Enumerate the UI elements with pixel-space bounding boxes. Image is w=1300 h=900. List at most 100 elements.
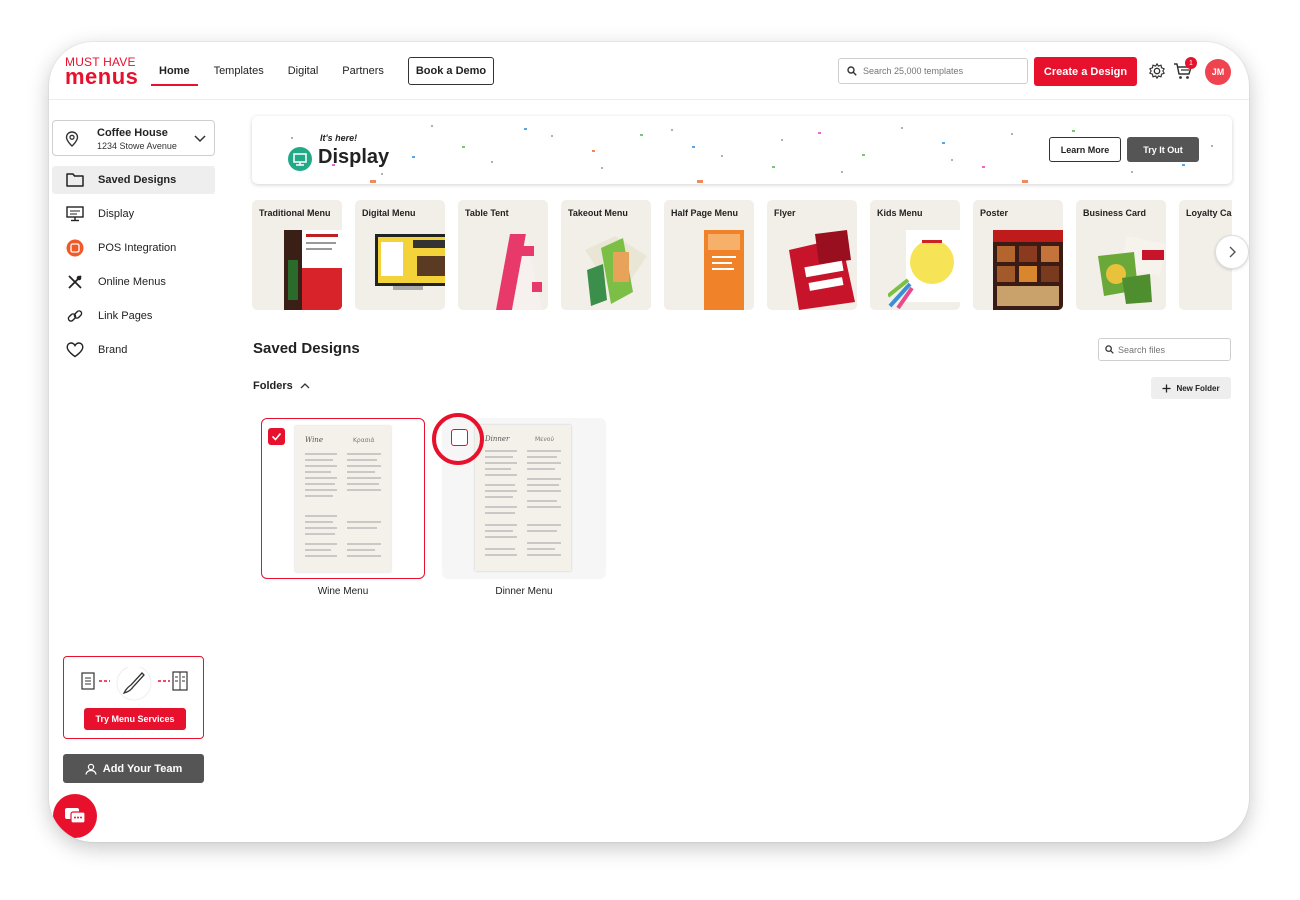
svg-text:Wine: Wine bbox=[305, 436, 323, 444]
create-design-button[interactable]: Create a Design bbox=[1034, 57, 1137, 86]
avatar[interactable]: JM bbox=[1205, 59, 1231, 85]
location-pin-icon bbox=[65, 131, 79, 147]
logo[interactable]: MUST HAVE menus bbox=[65, 56, 145, 89]
svg-text:Κρασιά: Κρασιά bbox=[353, 437, 375, 444]
kids-menu-thumbnail bbox=[888, 230, 960, 310]
logo-bottom-text: menus bbox=[65, 64, 139, 89]
highlight-circle bbox=[432, 413, 484, 465]
location-address: 1234 Stowe Avenue bbox=[97, 141, 177, 151]
sidebar-item-link-pages[interactable]: Link Pages bbox=[52, 302, 215, 330]
plus-icon bbox=[1162, 384, 1171, 392]
check-icon bbox=[271, 432, 282, 441]
design-card-wine-menu[interactable]: Wine Κρασιά bbox=[261, 418, 425, 579]
add-team-button[interactable]: Add Your Team bbox=[63, 754, 204, 783]
file-search[interactable] bbox=[1098, 338, 1231, 361]
link-icon bbox=[66, 307, 84, 325]
sidebar-item-display[interactable]: Display bbox=[52, 200, 215, 228]
menu-services-card: Try Menu Services bbox=[63, 656, 204, 739]
nav-partners[interactable]: Partners bbox=[342, 42, 384, 100]
monitor-icon bbox=[66, 205, 84, 223]
svg-text:Μενού: Μενού bbox=[535, 436, 554, 443]
nav-digital[interactable]: Digital bbox=[288, 42, 319, 100]
chevron-right-icon bbox=[1229, 246, 1236, 258]
svg-text:Dinner: Dinner bbox=[484, 435, 510, 443]
pos-icon bbox=[66, 239, 84, 257]
template-card-digital-menu[interactable]: Digital Menu bbox=[355, 200, 445, 310]
takeout-menu-thumbnail bbox=[585, 236, 647, 306]
flyer-thumbnail bbox=[789, 230, 855, 310]
poster-thumbnail bbox=[993, 230, 1063, 310]
design-select-checkbox[interactable] bbox=[268, 428, 285, 445]
template-label: Takeout Menu bbox=[568, 208, 628, 218]
chevron-up-icon bbox=[300, 383, 310, 389]
template-label: Traditional Menu bbox=[259, 208, 331, 218]
search-icon bbox=[847, 66, 857, 76]
template-label: Flyer bbox=[774, 208, 796, 218]
template-label: Business Card bbox=[1083, 208, 1147, 218]
sidebar-item-pos-integration[interactable]: POS Integration bbox=[52, 234, 215, 262]
sidebar-item-online-menus[interactable]: Online Menus bbox=[52, 268, 215, 296]
learn-more-button[interactable]: Learn More bbox=[1049, 137, 1121, 162]
folders-toggle[interactable]: Folders bbox=[253, 380, 310, 392]
sidebar-item-label: Link Pages bbox=[98, 310, 153, 322]
template-label: Poster bbox=[980, 208, 1009, 218]
try-menu-services-button[interactable]: Try Menu Services bbox=[84, 708, 186, 730]
main-nav: Home Templates Digital Partners bbox=[151, 42, 408, 100]
template-label: Table Tent bbox=[465, 208, 509, 218]
template-category-row: Traditional Menu Digital Menu Table Tent… bbox=[252, 200, 1232, 310]
user-icon bbox=[85, 763, 97, 775]
file-search-input[interactable] bbox=[1118, 344, 1228, 355]
banner-tagline: It's here! bbox=[320, 133, 358, 143]
folders-label: Folders bbox=[253, 380, 293, 392]
sidebar-item-brand[interactable]: Brand bbox=[52, 336, 215, 364]
section-title: Saved Designs bbox=[253, 340, 360, 357]
cart-badge: 1 bbox=[1185, 57, 1197, 69]
location-selector[interactable]: Coffee House 1234 Stowe Avenue bbox=[52, 120, 215, 156]
app-window: MUST HAVE menus Home Templates Digital P… bbox=[49, 42, 1249, 842]
display-icon bbox=[288, 147, 312, 171]
template-label: Half Page Menu bbox=[671, 208, 739, 218]
template-card-takeout-menu[interactable]: Takeout Menu bbox=[561, 200, 651, 310]
new-folder-button[interactable]: New Folder bbox=[1151, 377, 1231, 399]
try-it-out-button[interactable]: Try It Out bbox=[1127, 137, 1199, 162]
digital-menu-thumbnail bbox=[375, 234, 445, 290]
template-label: Loyalty Ca bbox=[1186, 208, 1232, 218]
template-card-poster[interactable]: Poster bbox=[973, 200, 1063, 310]
nav-templates[interactable]: Templates bbox=[214, 42, 264, 100]
folder-icon bbox=[66, 171, 84, 189]
traditional-menu-thumbnail bbox=[284, 230, 342, 310]
template-card-kids-menu[interactable]: Kids Menu bbox=[870, 200, 960, 310]
display-banner: It's here! Display Learn More Try It Out bbox=[252, 116, 1232, 184]
template-label: Kids Menu bbox=[877, 208, 923, 218]
menu-services-illustration bbox=[81, 667, 188, 701]
chevron-down-icon bbox=[194, 135, 206, 143]
design-name: Dinner Menu bbox=[495, 586, 553, 597]
chat-icon bbox=[65, 808, 86, 824]
sidebar-item-label: POS Integration bbox=[98, 242, 177, 254]
template-card-table-tent[interactable]: Table Tent bbox=[458, 200, 548, 310]
sidebar-item-saved-designs[interactable]: Saved Designs bbox=[52, 166, 215, 194]
heart-icon bbox=[66, 341, 84, 359]
business-card-thumbnail bbox=[1098, 236, 1166, 304]
half-page-menu-thumbnail bbox=[704, 230, 744, 310]
location-name: Coffee House bbox=[97, 127, 168, 139]
template-row-next-button[interactable] bbox=[1215, 235, 1249, 269]
template-search-input[interactable] bbox=[863, 66, 1013, 76]
template-card-flyer[interactable]: Flyer bbox=[767, 200, 857, 310]
new-folder-label: New Folder bbox=[1176, 383, 1220, 393]
sidebar-item-label: Brand bbox=[98, 344, 128, 356]
nav-home[interactable]: Home bbox=[151, 42, 198, 100]
template-card-traditional-menu[interactable]: Traditional Menu bbox=[252, 200, 342, 310]
gear-icon[interactable] bbox=[1148, 62, 1166, 80]
top-header: MUST HAVE menus Home Templates Digital P… bbox=[49, 42, 1249, 100]
chat-button[interactable] bbox=[53, 794, 97, 838]
book-demo-button[interactable]: Book a Demo bbox=[408, 57, 494, 85]
template-card-half-page-menu[interactable]: Half Page Menu bbox=[664, 200, 754, 310]
utensils-icon bbox=[66, 273, 84, 291]
template-card-business-card[interactable]: Business Card bbox=[1076, 200, 1166, 310]
sidebar-item-label: Display bbox=[98, 208, 135, 220]
design-thumbnail: Wine Κρασιά bbox=[295, 426, 391, 572]
sidebar-item-label: Saved Designs bbox=[98, 174, 177, 186]
search-icon bbox=[1105, 345, 1114, 354]
template-search[interactable] bbox=[838, 58, 1028, 84]
